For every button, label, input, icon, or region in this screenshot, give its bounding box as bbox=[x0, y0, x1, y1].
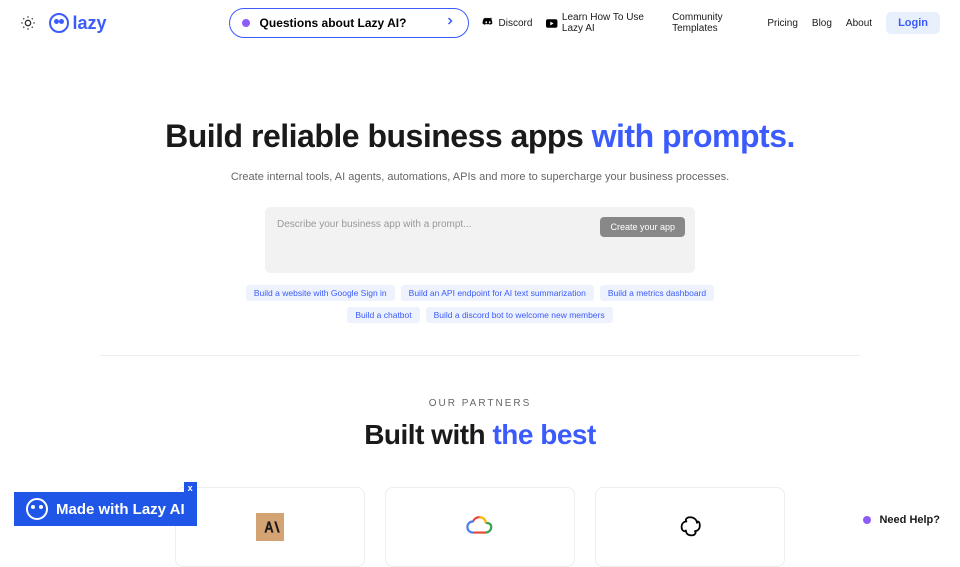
logo[interactable]: lazy bbox=[49, 13, 107, 34]
hero-title-accent: with prompts. bbox=[592, 118, 795, 154]
suggestion-chip[interactable]: Build an API endpoint for AI text summar… bbox=[401, 285, 594, 301]
lazy-badge-icon bbox=[26, 498, 48, 520]
logo-icon bbox=[49, 13, 69, 33]
partners-title: Built with the best bbox=[0, 419, 960, 451]
nav-label: Community Templates bbox=[672, 12, 753, 34]
partner-card-anthropic bbox=[175, 487, 365, 567]
chevron-right-icon bbox=[444, 14, 456, 32]
google-cloud-icon bbox=[466, 515, 494, 539]
partner-card-openai bbox=[595, 487, 785, 567]
nav-templates[interactable]: Community Templates bbox=[672, 12, 753, 34]
partners-label: OUR PARTNERS bbox=[0, 398, 960, 409]
suggestion-chip[interactable]: Build a discord bot to welcome new membe… bbox=[426, 307, 613, 323]
help-text: Need Help? bbox=[879, 514, 940, 526]
nav-pricing[interactable]: Pricing bbox=[767, 18, 798, 29]
create-label: Create your app bbox=[610, 222, 675, 232]
anthropic-icon bbox=[256, 513, 284, 541]
nav-label: Learn How To Use Lazy AI bbox=[562, 12, 658, 34]
nav-discord[interactable]: Discord bbox=[481, 16, 533, 30]
nav-learn[interactable]: Learn How To Use Lazy AI bbox=[546, 12, 658, 34]
hero-title-plain: Build reliable business apps bbox=[165, 118, 592, 154]
nav: Discord Learn How To Use Lazy AI Communi… bbox=[481, 12, 940, 34]
nav-label: About bbox=[846, 18, 872, 29]
search-dot-icon bbox=[242, 19, 250, 27]
prompt-box[interactable]: Describe your business app with a prompt… bbox=[265, 207, 695, 273]
badge-close-button[interactable]: x bbox=[184, 482, 197, 494]
nav-label: Discord bbox=[499, 18, 533, 29]
search-bar[interactable]: Questions about Lazy AI? bbox=[229, 8, 469, 38]
suggestions: Build a website with Google Sign in Buil… bbox=[230, 285, 730, 323]
hero-title: Build reliable business apps with prompt… bbox=[0, 118, 960, 155]
login-label: Login bbox=[898, 17, 928, 29]
nav-label: Pricing bbox=[767, 18, 798, 29]
badge-text: Made with Lazy AI bbox=[56, 501, 185, 518]
search-text: Questions about Lazy AI? bbox=[260, 16, 444, 30]
help-dot-icon bbox=[863, 516, 871, 524]
partner-card-google-cloud bbox=[385, 487, 575, 567]
divider bbox=[100, 355, 860, 356]
nav-blog[interactable]: Blog bbox=[812, 18, 832, 29]
made-with-badge[interactable]: x Made with Lazy AI bbox=[14, 492, 197, 526]
sun-icon bbox=[20, 15, 36, 31]
suggestion-chip[interactable]: Build a metrics dashboard bbox=[600, 285, 714, 301]
theme-toggle[interactable] bbox=[20, 14, 37, 32]
discord-icon bbox=[481, 16, 495, 30]
partners-title-accent: the best bbox=[492, 419, 595, 450]
help-button[interactable]: Need Help? bbox=[863, 514, 940, 526]
partners-title-plain: Built with bbox=[364, 419, 492, 450]
create-app-button[interactable]: Create your app bbox=[600, 217, 685, 237]
nav-label: Blog bbox=[812, 18, 832, 29]
partners-section: OUR PARTNERS Built with the best bbox=[0, 398, 960, 567]
login-button[interactable]: Login bbox=[886, 12, 940, 34]
hero-subtitle: Create internal tools, AI agents, automa… bbox=[0, 171, 960, 183]
hero-section: Build reliable business apps with prompt… bbox=[0, 118, 960, 323]
suggestion-chip[interactable]: Build a chatbot bbox=[347, 307, 419, 323]
nav-about[interactable]: About bbox=[846, 18, 872, 29]
openai-icon bbox=[676, 513, 704, 541]
suggestion-chip[interactable]: Build a website with Google Sign in bbox=[246, 285, 395, 301]
youtube-icon bbox=[546, 18, 557, 29]
header: lazy Questions about Lazy AI? Discord Le… bbox=[0, 0, 960, 46]
logo-text: lazy bbox=[73, 13, 107, 34]
